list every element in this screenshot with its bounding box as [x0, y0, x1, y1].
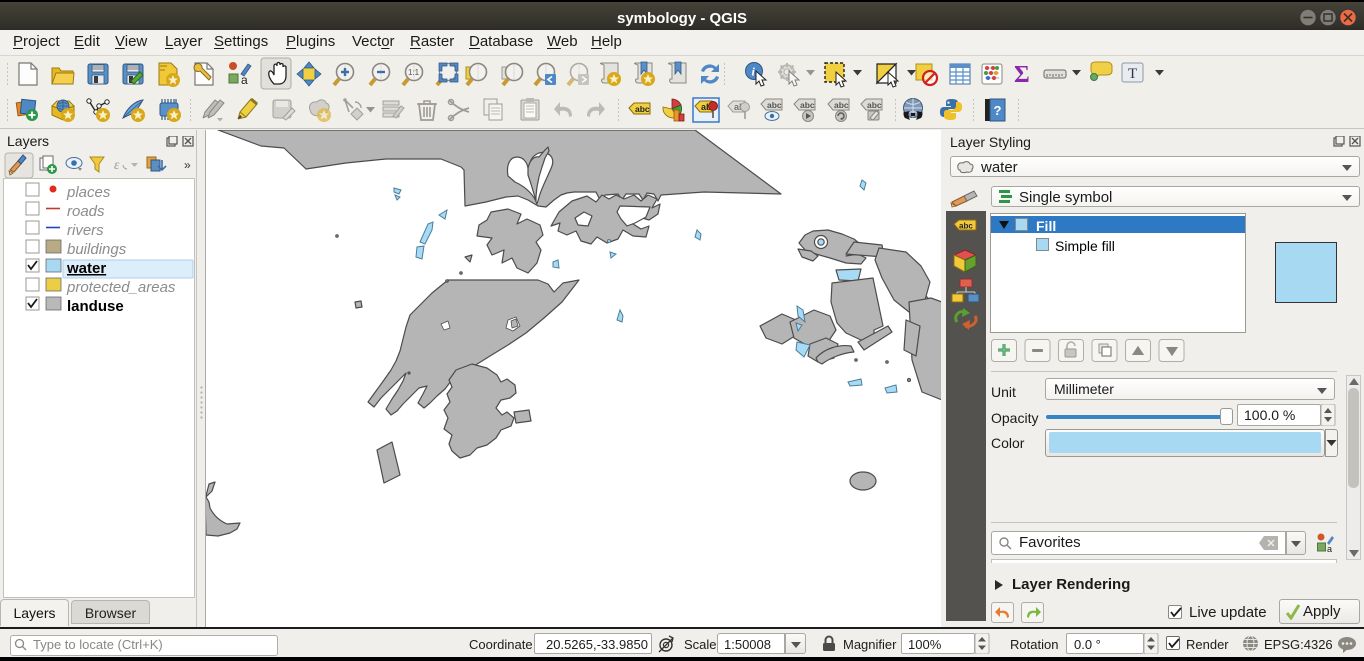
svg-text:a: a: [241, 73, 248, 87]
svg-text:abc: abc: [959, 222, 973, 231]
svg-text:places: places: [66, 184, 111, 201]
svg-text:a: a: [1327, 544, 1332, 553]
svg-text:water: water: [66, 260, 106, 277]
svg-text:roads: roads: [67, 203, 105, 220]
svg-text:rivers: rivers: [67, 222, 104, 239]
svg-text:?: ?: [994, 103, 1002, 118]
svg-text:buildings: buildings: [67, 241, 127, 258]
svg-text:ε: ε: [114, 158, 120, 173]
svg-text:»: »: [184, 158, 191, 172]
svg-text:landuse: landuse: [67, 298, 124, 315]
svg-text:Σ: Σ: [1014, 62, 1030, 88]
svg-text:T: T: [1128, 66, 1137, 82]
svg-text:protected_areas: protected_areas: [66, 279, 176, 296]
svg-text:1:1: 1:1: [408, 68, 420, 77]
